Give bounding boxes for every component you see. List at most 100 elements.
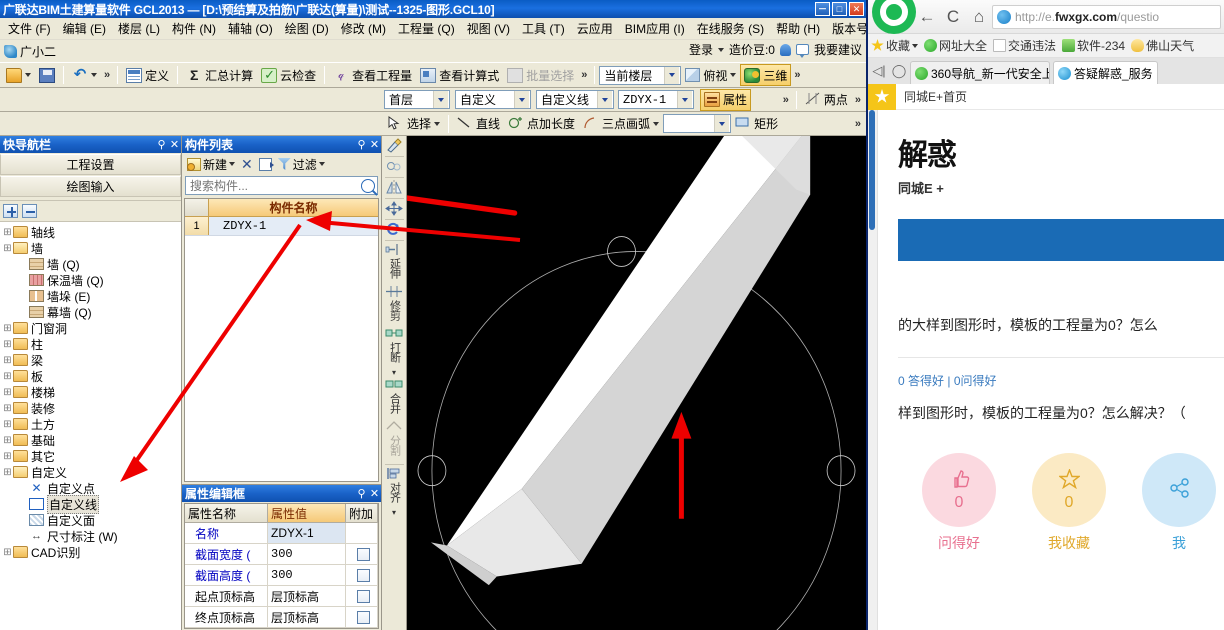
menu-view[interactable]: 视图 (V) [461,18,516,39]
property-row[interactable]: 截面宽度 (300 [185,544,378,565]
collapse-all-icon[interactable] [22,204,37,218]
drawing-canvas[interactable] [407,136,866,630]
context-component-chevron-down-icon[interactable] [677,91,692,108]
arc-chevron-down-icon[interactable] [653,121,660,126]
answers-count[interactable]: 0 答得好 [898,374,944,388]
arc-option-select[interactable] [663,114,732,133]
menu-modify[interactable]: 修改 (M) [335,18,392,39]
edit-tool-mirror[interactable] [383,180,406,195]
context-overflow[interactable]: » [780,94,792,106]
action-circle[interactable]: 0 [922,453,996,527]
rectangle-tool-button[interactable]: 矩形 [731,113,782,135]
asks-count[interactable]: 0问得好 [954,374,997,388]
view-quantity-button[interactable]: 𝓆 查看工程量 [329,64,416,86]
menu-cloudapp[interactable]: 云应用 [571,18,619,39]
tree-item-15[interactable]: ⊞ 自定义 [0,464,181,480]
tree-item-18[interactable]: 自定义面 [0,512,181,528]
action-circle[interactable] [1142,453,1216,527]
search-box[interactable] [185,176,378,195]
tree-item-3[interactable]: 保温墙 (Q) [0,272,181,288]
action-button[interactable]: 0 我收藏 [1032,453,1106,553]
leftnav-pin-icon[interactable]: ⚲ [155,138,168,151]
question-text[interactable]: 的大样到图形时，模板的工程量为0？怎么 [898,299,1224,335]
edit-tool-split[interactable]: 分割 [383,420,406,461]
tree-expander-icon[interactable]: ⊞ [2,547,13,558]
table-row[interactable]: 1 ZDYX-1 [185,217,378,236]
login-chevron-down-icon[interactable] [717,47,724,52]
tree-expander-icon[interactable]: ⊞ [2,243,13,254]
menu-component[interactable]: 构件 (N) [166,18,222,39]
draw-overflow[interactable]: » [852,118,864,130]
context-type-chevron-down-icon[interactable] [597,91,612,108]
edit-tool-align[interactable]: 对齐 ▾ [383,467,406,517]
site-star-icon[interactable] [868,83,896,110]
viewmode-chevron-down-icon[interactable] [730,73,737,77]
tree-item-19[interactable]: ↔ 尺寸标注 (W) [0,528,181,544]
view-formula-button[interactable]: 查看计算式 [416,64,503,86]
minimize-button[interactable]: － [815,2,830,16]
row-component-name[interactable]: ZDYX-1 [209,217,378,235]
toolbar-overflow-2[interactable]: » [578,69,590,81]
menu-version[interactable]: 版本号 (B) [826,18,866,39]
context-floor-select[interactable]: 首层 [384,90,450,109]
tabs-scroll-left-icon[interactable]: ◁| [870,58,888,84]
save-button[interactable] [35,64,59,86]
bookmark-item[interactable]: 收藏 [871,37,919,54]
filter-button[interactable]: 过滤 [276,155,327,174]
two-point-overflow[interactable]: » [852,94,864,106]
bookmark-item[interactable]: 佛山天气 [1131,37,1194,54]
tree-expander-icon[interactable]: ⊞ [2,403,13,414]
tree-expander-icon[interactable]: ⊞ [2,467,13,478]
arc-option-chevron-down-icon[interactable] [714,115,730,132]
tree-expander-icon[interactable]: ⊞ [2,387,13,398]
site-subbar-label[interactable]: 同城E+首页 [896,88,967,105]
properties-close-icon[interactable]: ✕ [368,487,381,500]
summary-calc-button[interactable]: Σ 汇总计算 [182,64,257,86]
edit-tool-move[interactable] [383,201,406,216]
bookmark-item[interactable]: 网址大全 [924,37,987,54]
bookmark-item[interactable]: 软件-234 [1062,37,1125,54]
attach-checkbox[interactable] [356,568,370,582]
tree-item-11[interactable]: ⊞ 装修 [0,400,181,416]
tree-item-8[interactable]: ⊞ 梁 [0,352,181,368]
batch-select-button[interactable]: 批量选择 [503,64,578,86]
attributes-button[interactable]: 属性 [700,88,752,111]
property-row[interactable]: 截面高度 (300 [185,565,378,586]
browser-tab[interactable]: 答疑解惑_服务 [1053,61,1158,84]
expand-all-icon[interactable] [3,204,18,218]
property-value[interactable]: ZDYX-1 [268,523,346,543]
tree-item-7[interactable]: ⊞ 柱 [0,336,181,352]
undo-chevron-down-icon[interactable] [91,73,97,77]
nav-button-draw-input[interactable]: 绘图输入 [0,176,181,197]
menu-quantity[interactable]: 工程量 (Q) [392,18,461,39]
chat-icon[interactable] [795,44,809,58]
three-point-arc-button[interactable]: 三点画弧 [579,113,663,135]
nav-button-project-settings[interactable]: 工程设置 [0,154,181,175]
floor-select[interactable]: 当前楼层 [599,65,682,85]
url-bar[interactable]: http://e.fwxgx.com/questio [992,4,1221,29]
suggest-label[interactable]: 我要建议 [814,41,862,58]
complist-close-icon[interactable]: ✕ [368,138,381,151]
home-button[interactable]: ⌂ [966,4,992,30]
property-row[interactable]: 名称 ZDYX-1 [185,523,378,544]
tree-expander-icon[interactable]: ⊞ [2,451,13,462]
filter-chevron-down-icon[interactable] [318,162,325,166]
floor-chevron-down-icon[interactable] [664,66,680,84]
browser-tab[interactable]: 360导航_新一代安全上↑✕ [910,61,1050,84]
property-value[interactable]: 300 [268,544,346,564]
property-value[interactable]: 300 [268,565,346,585]
tree-item-0[interactable]: ⊞ 轴线 [0,224,181,240]
context-category-select[interactable]: 自定义 [455,90,531,109]
edit-tool-extend[interactable]: 延伸 [383,243,406,284]
question-text-2[interactable]: 样到图形时，模板的工程量为0？怎么解决？（ [898,389,1224,423]
attach-checkbox[interactable] [356,589,370,603]
leftnav-close-icon[interactable]: ✕ [168,138,181,151]
edit-tool-merge[interactable]: 合并 [383,378,406,419]
search-input[interactable] [188,177,361,194]
tree-expander-icon[interactable]: ⊞ [2,339,13,350]
edit-tool-break[interactable]: 打断 ▾ [383,327,406,377]
menu-bimapp[interactable]: BIM应用 (I) [619,18,691,39]
bookmarks-chevron-down-icon[interactable] [912,43,919,48]
align-chevron-down-icon[interactable]: ▾ [392,508,396,517]
maximize-button[interactable]: □ [832,2,847,16]
